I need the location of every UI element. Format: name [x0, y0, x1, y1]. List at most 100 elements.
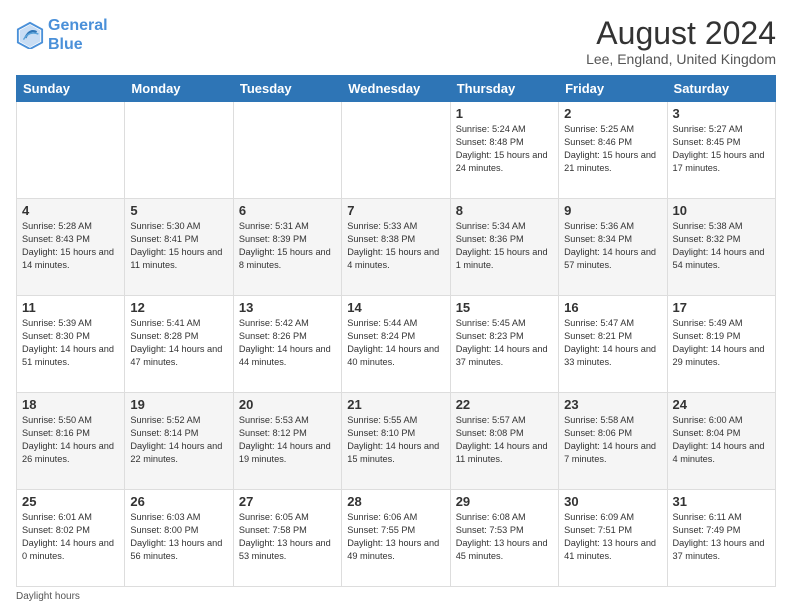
- day-info: Sunrise: 5:34 AM Sunset: 8:36 PM Dayligh…: [456, 220, 553, 272]
- logo-line2: Blue: [48, 36, 83, 53]
- cell-4-4: 29 Sunrise: 6:08 AM Sunset: 7:53 PM Dayli…: [450, 490, 558, 587]
- day-number: 24: [673, 397, 770, 412]
- day-number: 9: [564, 203, 661, 218]
- day-info: Sunrise: 5:24 AM Sunset: 8:48 PM Dayligh…: [456, 123, 553, 175]
- day-number: 3: [673, 106, 770, 121]
- day-info: Sunrise: 6:00 AM Sunset: 8:04 PM Dayligh…: [673, 414, 770, 466]
- day-info: Sunrise: 5:31 AM Sunset: 8:39 PM Dayligh…: [239, 220, 336, 272]
- day-number: 13: [239, 300, 336, 315]
- day-info: Sunrise: 5:44 AM Sunset: 8:24 PM Dayligh…: [347, 317, 444, 369]
- subtitle: Lee, England, United Kingdom: [586, 51, 776, 67]
- cell-2-5: 16 Sunrise: 5:47 AM Sunset: 8:21 PM Dayli…: [559, 296, 667, 393]
- cell-1-2: 6Sunrise: 5:31 AM Sunset: 8:39 PM Daylig…: [233, 199, 341, 296]
- cell-4-3: 28Sunrise: 6:06 AM Sunset: 7:55 PM Dayli…: [342, 490, 450, 587]
- day-number: 25: [22, 494, 119, 509]
- day-number: 11: [22, 300, 119, 315]
- cell-3-4: 22Sunrise: 5:57 AM Sunset: 8:08 PM Dayli…: [450, 393, 558, 490]
- day-info: Sunrise: 5:49 AM Sunset: 8:19 PM Dayligh…: [673, 317, 770, 369]
- cell-3-3: 21Sunrise: 5:55 AM Sunset: 8:10 PM Dayli…: [342, 393, 450, 490]
- day-number: 29: [456, 494, 553, 509]
- logo-icon: [16, 21, 44, 49]
- day-info: Sunrise: 5:39 AM Sunset: 8:30 PM Dayligh…: [22, 317, 119, 369]
- calendar-header-row: Sunday Monday Tuesday Wednesday Thursday…: [17, 76, 776, 102]
- logo: General Blue: [16, 16, 108, 54]
- page: General Blue August 2024 Lee, England, U…: [0, 0, 792, 612]
- day-number: 31: [673, 494, 770, 509]
- day-number: 5: [130, 203, 227, 218]
- cell-2-6: 17 Sunrise: 5:49 AM Sunset: 8:19 PM Dayli…: [667, 296, 775, 393]
- cell-2-1: 12Sunrise: 5:41 AM Sunset: 8:28 PM Dayli…: [125, 296, 233, 393]
- header: General Blue August 2024 Lee, England, U…: [16, 16, 776, 67]
- cell-0-0: [17, 102, 125, 199]
- day-info: Sunrise: 5:42 AM Sunset: 8:26 PM Dayligh…: [239, 317, 336, 369]
- cell-3-0: 18Sunrise: 5:50 AM Sunset: 8:16 PM Dayli…: [17, 393, 125, 490]
- day-info: Sunrise: 5:45 AM Sunset: 8:23 PM Dayligh…: [456, 317, 553, 369]
- cell-4-0: 25 Sunrise: 6:01 AM Sunset: 8:02 PM Dayli…: [17, 490, 125, 587]
- day-info: Sunrise: 6:05 AM Sunset: 7:58 PM Dayligh…: [239, 511, 336, 563]
- day-info: Sunrise: 6:03 AM Sunset: 8:00 PM Dayligh…: [130, 511, 227, 563]
- day-number: 2: [564, 106, 661, 121]
- day-info: Sunrise: 6:11 AM Sunset: 7:49 PM Dayligh…: [673, 511, 770, 563]
- day-number: 23: [564, 397, 661, 412]
- cell-2-2: 13 Sunrise: 5:42 AM Sunset: 8:26 PM Dayli…: [233, 296, 341, 393]
- cell-0-5: 2 Sunrise: 5:25 AM Sunset: 8:46 PM Daylig…: [559, 102, 667, 199]
- day-info: Sunrise: 5:25 AM Sunset: 8:46 PM Dayligh…: [564, 123, 661, 175]
- title-block: August 2024 Lee, England, United Kingdom: [586, 16, 776, 67]
- cell-3-5: 23 Sunrise: 5:58 AM Sunset: 8:06 PM Dayli…: [559, 393, 667, 490]
- footer: Daylight hours: [16, 591, 776, 602]
- cell-3-2: 20Sunrise: 5:53 AM Sunset: 8:12 PM Dayli…: [233, 393, 341, 490]
- cell-0-4: 1 Sunrise: 5:24 AM Sunset: 8:48 PM Daylig…: [450, 102, 558, 199]
- cell-4-5: 30 Sunrise: 6:09 AM Sunset: 7:51 PM Dayli…: [559, 490, 667, 587]
- col-monday: Monday: [125, 76, 233, 102]
- cell-2-0: 11 Sunrise: 5:39 AM Sunset: 8:30 PM Dayli…: [17, 296, 125, 393]
- cell-4-1: 26 Sunrise: 6:03 AM Sunset: 8:00 PM Dayli…: [125, 490, 233, 587]
- day-number: 27: [239, 494, 336, 509]
- day-info: Sunrise: 5:30 AM Sunset: 8:41 PM Dayligh…: [130, 220, 227, 272]
- col-wednesday: Wednesday: [342, 76, 450, 102]
- day-number: 19: [130, 397, 227, 412]
- day-info: Sunrise: 6:01 AM Sunset: 8:02 PM Dayligh…: [22, 511, 119, 563]
- col-tuesday: Tuesday: [233, 76, 341, 102]
- cell-3-1: 19 Sunrise: 5:52 AM Sunset: 8:14 PM Dayli…: [125, 393, 233, 490]
- col-sunday: Sunday: [17, 76, 125, 102]
- cell-2-3: 14 Sunrise: 5:44 AM Sunset: 8:24 PM Dayli…: [342, 296, 450, 393]
- col-friday: Friday: [559, 76, 667, 102]
- day-info: Sunrise: 6:09 AM Sunset: 7:51 PM Dayligh…: [564, 511, 661, 563]
- day-number: 14: [347, 300, 444, 315]
- day-info: Sunrise: 5:41 AM Sunset: 8:28 PM Dayligh…: [130, 317, 227, 369]
- day-info: Sunrise: 5:33 AM Sunset: 8:38 PM Dayligh…: [347, 220, 444, 272]
- cell-0-3: [342, 102, 450, 199]
- cell-0-2: [233, 102, 341, 199]
- week-row-4: 25 Sunrise: 6:01 AM Sunset: 8:02 PM Dayli…: [17, 490, 776, 587]
- day-info: Sunrise: 5:27 AM Sunset: 8:45 PM Dayligh…: [673, 123, 770, 175]
- calendar-table: Sunday Monday Tuesday Wednesday Thursday…: [16, 75, 776, 587]
- day-number: 1: [456, 106, 553, 121]
- day-info: Sunrise: 5:57 AM Sunset: 8:08 PM Dayligh…: [456, 414, 553, 466]
- day-number: 10: [673, 203, 770, 218]
- day-number: 20: [239, 397, 336, 412]
- day-info: Sunrise: 5:52 AM Sunset: 8:14 PM Dayligh…: [130, 414, 227, 466]
- day-info: Sunrise: 5:47 AM Sunset: 8:21 PM Dayligh…: [564, 317, 661, 369]
- logo-text: General Blue: [48, 16, 108, 54]
- footer-note: Daylight hours: [16, 591, 80, 602]
- cell-1-1: 5 Sunrise: 5:30 AM Sunset: 8:41 PM Daylig…: [125, 199, 233, 296]
- day-info: Sunrise: 5:38 AM Sunset: 8:32 PM Dayligh…: [673, 220, 770, 272]
- day-number: 26: [130, 494, 227, 509]
- day-number: 21: [347, 397, 444, 412]
- week-row-2: 11 Sunrise: 5:39 AM Sunset: 8:30 PM Dayli…: [17, 296, 776, 393]
- day-info: Sunrise: 5:58 AM Sunset: 8:06 PM Dayligh…: [564, 414, 661, 466]
- day-info: Sunrise: 6:08 AM Sunset: 7:53 PM Dayligh…: [456, 511, 553, 563]
- week-row-1: 4Sunrise: 5:28 AM Sunset: 8:43 PM Daylig…: [17, 199, 776, 296]
- day-info: Sunrise: 5:28 AM Sunset: 8:43 PM Dayligh…: [22, 220, 119, 272]
- cell-0-6: 3 Sunrise: 5:27 AM Sunset: 8:45 PM Daylig…: [667, 102, 775, 199]
- day-number: 30: [564, 494, 661, 509]
- logo-line1: General: [48, 17, 108, 34]
- cell-1-6: 10 Sunrise: 5:38 AM Sunset: 8:32 PM Dayli…: [667, 199, 775, 296]
- cell-1-5: 9Sunrise: 5:36 AM Sunset: 8:34 PM Daylig…: [559, 199, 667, 296]
- day-number: 28: [347, 494, 444, 509]
- cell-0-1: [125, 102, 233, 199]
- day-number: 16: [564, 300, 661, 315]
- day-number: 17: [673, 300, 770, 315]
- cell-4-6: 31 Sunrise: 6:11 AM Sunset: 7:49 PM Dayli…: [667, 490, 775, 587]
- day-number: 7: [347, 203, 444, 218]
